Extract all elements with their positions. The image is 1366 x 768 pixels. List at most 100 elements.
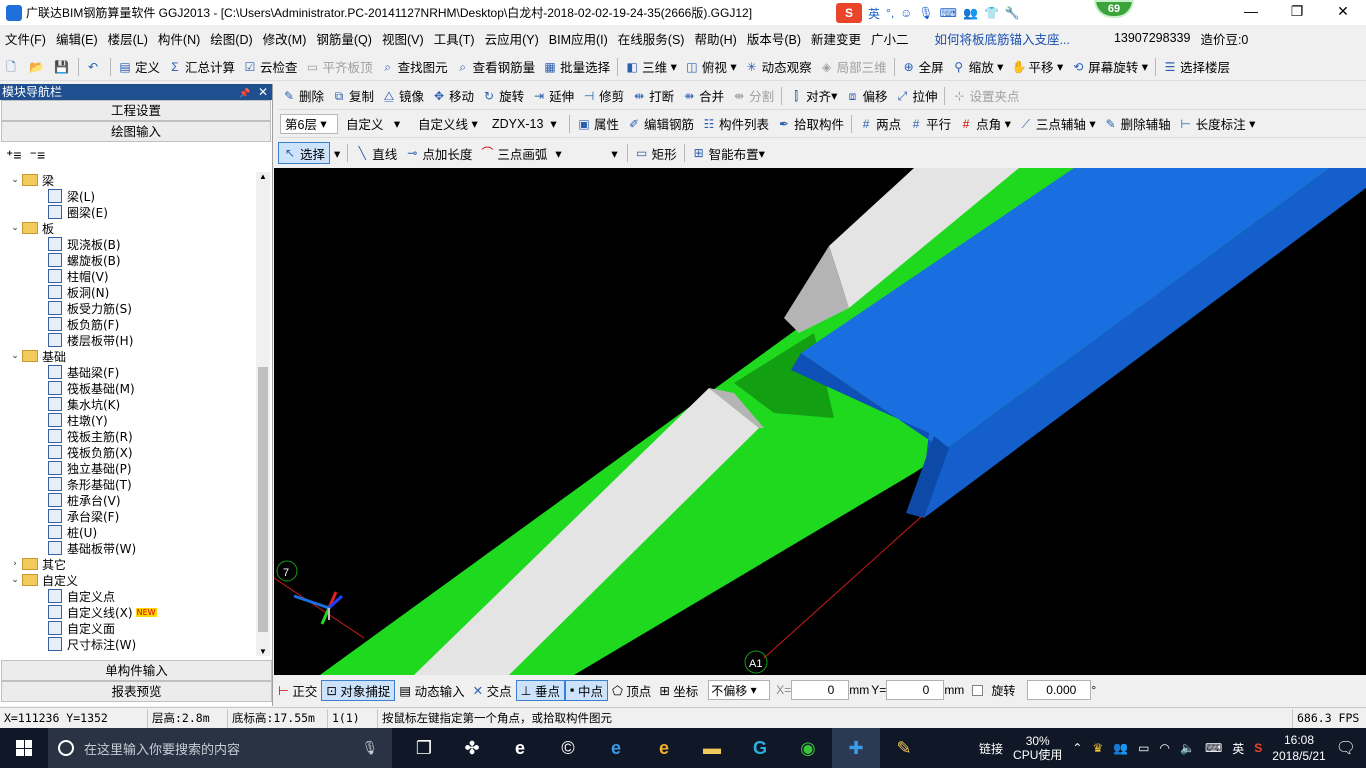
close-button[interactable]: ✕ bbox=[1320, 0, 1366, 24]
pan-dropdown[interactable]: ✋ 平移 ▾ bbox=[1007, 56, 1067, 78]
copy-button[interactable]: ⧉ 复制 bbox=[328, 85, 378, 107]
collapse-chevron-icon[interactable]: ⌄ bbox=[10, 223, 20, 233]
collapse-chevron-icon[interactable]: ⌄ bbox=[10, 575, 20, 585]
summary-calc-button[interactable]: Σ 汇总计算 bbox=[164, 56, 239, 78]
tree-item[interactable]: 圈梁(E) bbox=[0, 204, 256, 220]
restore-button[interactable]: ❐ bbox=[1274, 0, 1320, 24]
menu-bim[interactable]: BIM应用(I) bbox=[544, 29, 613, 48]
tree-item[interactable]: 筏板负筋(X) bbox=[0, 444, 256, 460]
perpendicular-snap-button[interactable]: ⊥ 垂点 bbox=[515, 679, 566, 701]
tree-scrollbar[interactable]: ▲ ▼ bbox=[256, 172, 270, 656]
notification-icon[interactable]: 🗨 bbox=[1336, 738, 1356, 758]
mic-icon[interactable]: 🎙 bbox=[361, 740, 378, 756]
tree-group[interactable]: › 其它 bbox=[0, 556, 256, 572]
split-button[interactable]: ⇼ 分割 bbox=[728, 85, 778, 107]
menu-online[interactable]: 在线服务(S) bbox=[613, 29, 690, 48]
tree-item[interactable]: 板负筋(F) bbox=[0, 316, 256, 332]
ime-toolbar[interactable]: S 英 °, ☺ 🎙 ⌨ 👥 👕 🔧 bbox=[836, 3, 1020, 23]
task-view-icon[interactable]: ❐ bbox=[400, 728, 448, 768]
tree-item[interactable]: 基础板带(W) bbox=[0, 540, 256, 556]
view-rebar-button[interactable]: ⌕ 查看钢筋量 bbox=[452, 56, 540, 78]
3d-view-dropdown[interactable]: ◧ 三维 ▾ bbox=[621, 56, 681, 78]
menu-edit[interactable]: 编辑(E) bbox=[51, 29, 103, 48]
floor-select[interactable]: 第6层 ▾ bbox=[280, 113, 338, 134]
top-view-dropdown[interactable]: ◫ 俯视 ▾ bbox=[681, 56, 741, 78]
ie-browser-icon[interactable]: e bbox=[496, 728, 544, 768]
tree-item[interactable]: 梁(L) bbox=[0, 188, 256, 204]
tree-item[interactable]: 集水坑(K) bbox=[0, 396, 256, 412]
select-floor-button[interactable]: ☰ 选择楼层 bbox=[1159, 56, 1234, 78]
collapse-chevron-icon[interactable]: ⌄ bbox=[10, 351, 20, 361]
set-grip-button[interactable]: ⊹ 设置夹点 bbox=[948, 85, 1023, 107]
save-button[interactable]: 💾 bbox=[50, 56, 75, 78]
smart-layout-dropdown[interactable]: ⊞ 智能布置 ▾ bbox=[688, 142, 769, 164]
tree-item[interactable]: 自定义面 bbox=[0, 620, 256, 636]
edge-icon[interactable]: e bbox=[592, 728, 640, 768]
menu-price[interactable]: 造价豆:0 bbox=[1195, 29, 1253, 48]
point-length-button[interactable]: ⊸ 点加长度 bbox=[401, 142, 476, 164]
dynamic-input-button[interactable]: ▤ 动态输入 bbox=[395, 681, 468, 700]
tree-item[interactable]: 桩(U) bbox=[0, 524, 256, 540]
tree-group[interactable]: ⌄ 梁 bbox=[0, 172, 256, 188]
ggj-app-icon[interactable]: ✚ bbox=[832, 728, 880, 768]
x-input[interactable]: 0 bbox=[791, 680, 850, 700]
tree-item[interactable]: 独立基础(P) bbox=[0, 460, 256, 476]
start-button[interactable] bbox=[0, 728, 48, 768]
rectangle-button[interactable]: ▭ 矩形 bbox=[631, 142, 681, 164]
mirror-button[interactable]: ⧋ 镜像 bbox=[378, 85, 428, 107]
tree-item[interactable]: 尺寸标注(W) bbox=[0, 636, 256, 652]
y-input[interactable]: 0 bbox=[886, 680, 945, 700]
emoji-icon[interactable]: ☺ bbox=[900, 6, 912, 20]
tree-item[interactable]: 螺旋板(B) bbox=[0, 252, 256, 268]
sogou-tray-icon[interactable]: S bbox=[1254, 741, 1262, 755]
tree-item[interactable]: 自定义点 bbox=[0, 588, 256, 604]
parallel-axis-button[interactable]: # 平行 bbox=[905, 113, 955, 135]
tree-item[interactable]: 板受力筋(S) bbox=[0, 300, 256, 316]
align-dropdown[interactable]: ⫿ 对齐 ▾ bbox=[785, 85, 841, 107]
dynamic-orbit-button[interactable]: ✳ 动态观察 bbox=[741, 56, 816, 78]
line-button[interactable]: ╲ 直线 bbox=[351, 142, 401, 164]
tree-item[interactable]: 筏板主筋(R) bbox=[0, 428, 256, 444]
move-button[interactable]: ✥ 移动 bbox=[428, 85, 478, 107]
menu-assistant[interactable]: 广小二 bbox=[866, 29, 914, 48]
point-angle-dropdown[interactable]: # 点角 ▾ bbox=[955, 113, 1015, 135]
wifi-icon[interactable]: ◠ bbox=[1160, 741, 1170, 755]
menu-tools[interactable]: 工具(T) bbox=[429, 29, 480, 48]
properties-button[interactable]: ▣ 属性 bbox=[573, 113, 623, 135]
people-icon[interactable]: 👥 bbox=[1113, 741, 1128, 755]
break-button[interactable]: ⇹ 打断 bbox=[628, 85, 678, 107]
menu-version[interactable]: 版本号(B) bbox=[742, 29, 806, 48]
minimize-button[interactable]: — bbox=[1228, 0, 1274, 24]
ortho-button[interactable]: ⊢ 正交 bbox=[274, 681, 321, 700]
keyboard-icon[interactable]: ⌨ bbox=[940, 6, 957, 20]
spiral-app-icon[interactable]: © bbox=[544, 728, 592, 768]
subtype-select[interactable]: 自定义线 ▾ bbox=[414, 114, 484, 134]
chevron-up-icon[interactable]: ⌃ bbox=[1072, 741, 1082, 755]
open-file-button[interactable]: 📂 bbox=[25, 56, 50, 78]
expand-all-icon[interactable]: ⁺≡ bbox=[6, 147, 22, 164]
project-settings-button[interactable]: 工程设置 bbox=[1, 100, 271, 121]
rotate-button[interactable]: ↻ 旋转 bbox=[478, 85, 528, 107]
define-button[interactable]: ▤ 定义 bbox=[114, 56, 164, 78]
offset-mode-select[interactable]: 不偏移 ▾ bbox=[708, 680, 771, 700]
single-component-input-button[interactable]: 单构件输入 bbox=[1, 660, 272, 681]
skin-icon[interactable]: 👕 bbox=[984, 6, 999, 20]
pick-component-button[interactable]: ✒ 拾取构件 bbox=[773, 113, 848, 135]
tree-item[interactable]: 承台梁(F) bbox=[0, 508, 256, 524]
menu-floor[interactable]: 楼层(L) bbox=[103, 29, 153, 48]
menu-file[interactable]: 文件(F) bbox=[0, 29, 51, 48]
arc-dropdown[interactable]: ▾ bbox=[551, 142, 565, 164]
batch-select-button[interactable]: ▦ 批量选择 bbox=[539, 56, 614, 78]
tree-item[interactable]: 楼层板带(H) bbox=[0, 332, 256, 348]
edit-rebar-button[interactable]: ✐ 编辑钢筋 bbox=[623, 113, 698, 135]
3d-viewport[interactable]: 7 A1 bbox=[274, 168, 1366, 675]
offset-button[interactable]: ⧈ 偏移 bbox=[841, 85, 891, 107]
screen-rotate-dropdown[interactable]: ⟲ 屏幕旋转 ▾ bbox=[1067, 56, 1152, 78]
select-button[interactable]: ↖ 选择 bbox=[278, 142, 331, 164]
delete-axis-button[interactable]: ✎ 删除辅轴 bbox=[1100, 113, 1175, 135]
two-point-axis-button[interactable]: # 两点 bbox=[855, 113, 905, 135]
align-slab-top-button[interactable]: ▭ 平齐板顶 bbox=[302, 56, 377, 78]
tree-item[interactable]: 桩承台(V) bbox=[0, 492, 256, 508]
stretch-button[interactable]: ⤢ 拉伸 bbox=[891, 85, 941, 107]
menu-rebar[interactable]: 钢筋量(Q) bbox=[311, 29, 377, 48]
